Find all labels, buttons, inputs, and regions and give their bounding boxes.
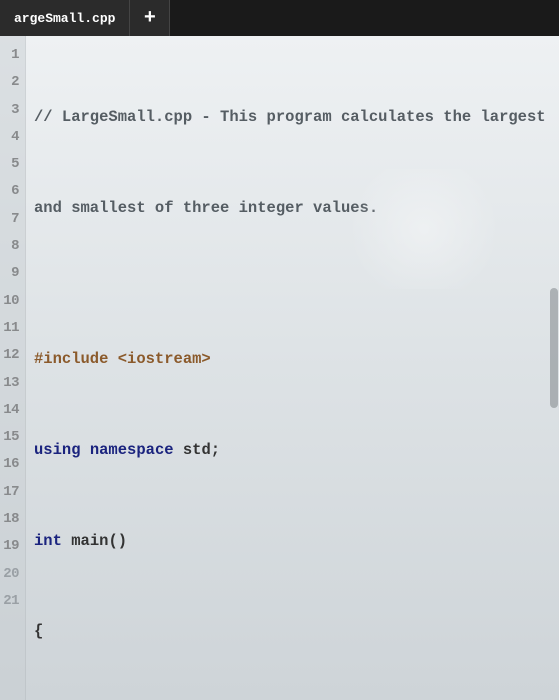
line-number: 2 <box>0 69 19 96</box>
code-editor[interactable]: 1 2 3 4 5 6 7 8 9 10 11 12 13 14 15 16 1… <box>0 36 559 700</box>
line-number-gutter: 1 2 3 4 5 6 7 8 9 10 11 12 13 14 15 16 1… <box>0 36 26 700</box>
code-line: { <box>34 616 555 646</box>
code-line: and smallest of three integer values. <box>34 193 555 223</box>
line-number: 18 <box>0 506 19 533</box>
line-number: 12 <box>0 342 19 369</box>
line-number: 16 <box>0 451 19 478</box>
line-number: 19 <box>0 533 19 560</box>
line-number: 7 <box>0 206 19 233</box>
line-number: 14 <box>0 397 19 424</box>
line-number: 8 <box>0 233 19 260</box>
tab-file[interactable]: argeSmall.cpp <box>0 0 130 36</box>
line-number: 6 <box>0 178 19 205</box>
tab-title: argeSmall.cpp <box>14 11 115 26</box>
code-line: // LargeSmall.cpp - This program calcula… <box>34 102 555 132</box>
line-number: 10 <box>0 288 19 315</box>
line-number: 11 <box>0 315 19 342</box>
line-number: 5 <box>0 151 19 178</box>
line-number: 17 <box>0 479 19 506</box>
code-area[interactable]: // LargeSmall.cpp - This program calcula… <box>26 36 559 700</box>
line-number: 3 <box>0 97 19 124</box>
line-number: 13 <box>0 370 19 397</box>
code-line: #include <iostream> <box>34 344 555 374</box>
scrollbar-thumb[interactable] <box>550 288 558 408</box>
code-line: int main() <box>34 526 555 556</box>
line-number: 9 <box>0 260 19 287</box>
code-line: using namespace std; <box>34 435 555 465</box>
line-number: 21 <box>0 588 19 615</box>
line-number: 4 <box>0 124 19 151</box>
line-number: 15 <box>0 424 19 451</box>
tab-bar: argeSmall.cpp + <box>0 0 559 36</box>
new-tab-button[interactable]: + <box>130 0 170 36</box>
plus-icon: + <box>144 7 156 30</box>
line-number: 1 <box>0 42 19 69</box>
line-number: 20 <box>0 561 19 588</box>
